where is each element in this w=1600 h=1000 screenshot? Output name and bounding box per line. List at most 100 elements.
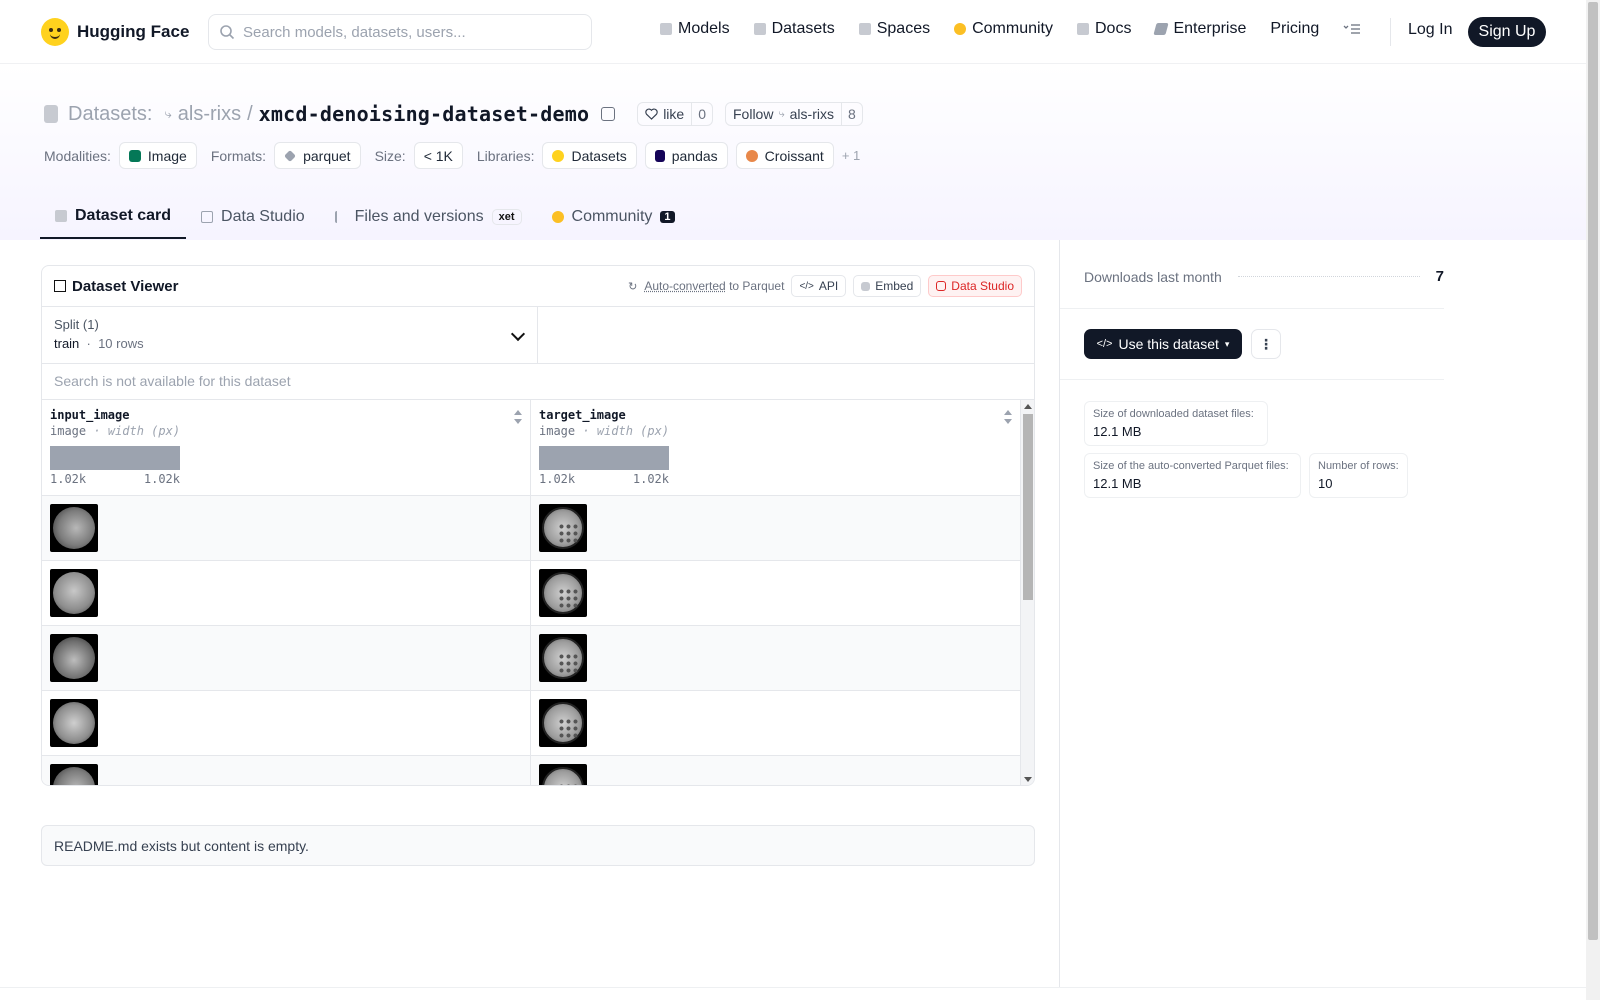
repo-name[interactable]: xmcd-denoising-dataset-demo xyxy=(259,102,590,126)
scrollbar-thumb[interactable] xyxy=(1023,414,1033,600)
menu-icon xyxy=(1343,24,1361,34)
sort-icon[interactable] xyxy=(514,410,522,424)
table-row[interactable] xyxy=(42,756,530,785)
login-link[interactable]: Log In xyxy=(1408,21,1452,39)
image-thumbnail[interactable] xyxy=(50,764,98,785)
nav-more-menu[interactable] xyxy=(1343,23,1361,35)
column-stat: width (px) xyxy=(107,424,181,438)
org-icon: ⤷ xyxy=(164,106,172,121)
table-row[interactable] xyxy=(42,561,530,626)
table-row[interactable] xyxy=(531,561,1020,626)
like-label: like xyxy=(663,106,685,122)
nav-community-label: Community xyxy=(972,20,1053,37)
more-options-button[interactable]: ⋮ xyxy=(1251,329,1281,359)
readme-empty-notice: README.md exists but content is empty. xyxy=(41,825,1035,866)
scroll-up-arrow-icon[interactable] xyxy=(1024,404,1032,409)
auto-converted-link[interactable]: Auto-converted xyxy=(644,279,725,293)
nav-docs[interactable]: Docs xyxy=(1077,20,1131,38)
image-thumbnail[interactable] xyxy=(50,634,98,682)
search-input[interactable] xyxy=(243,23,563,41)
image-thumbnail[interactable] xyxy=(539,764,587,785)
top-navbar: Hugging Face Models Datasets Spaces Comm… xyxy=(0,0,1586,64)
heart-icon xyxy=(645,108,658,120)
hist-max: 1.02k xyxy=(143,472,180,486)
signup-button[interactable]: Sign Up xyxy=(1468,17,1546,47)
nav-spaces[interactable]: Spaces xyxy=(858,20,931,38)
use-this-dataset-label: Use this dataset xyxy=(1118,336,1219,352)
download-size-label: Size of downloaded dataset files: xyxy=(1093,408,1254,420)
parquet-size-label: Size of the auto-converted Parquet files… xyxy=(1093,460,1289,472)
nav-models[interactable]: Models xyxy=(660,20,730,38)
table-row[interactable] xyxy=(531,756,1020,785)
table-row[interactable] xyxy=(42,691,530,756)
scroll-down-arrow-icon[interactable] xyxy=(1024,777,1032,782)
sort-icon[interactable] xyxy=(1004,410,1012,424)
files-icon xyxy=(334,211,347,223)
image-thumbnail[interactable] xyxy=(539,634,587,682)
follow-org: als-rixs xyxy=(789,106,834,122)
image-thumbnail[interactable] xyxy=(539,699,587,747)
models-icon xyxy=(660,23,672,35)
nav-community[interactable]: Community xyxy=(954,20,1053,38)
size-tag[interactable]: < 1K xyxy=(413,142,463,169)
like-button[interactable]: like 0 xyxy=(637,102,713,126)
image-thumbnail[interactable] xyxy=(539,569,587,617)
nav-pricing[interactable]: Pricing xyxy=(1270,20,1319,38)
table-scrollbar[interactable] xyxy=(1020,400,1034,785)
repo-owner-link[interactable]: als-rixs xyxy=(178,103,241,126)
rows-stat: Number of rows: 10 xyxy=(1309,453,1408,498)
library-croissant-label: Croissant xyxy=(764,147,824,164)
footer-divider xyxy=(0,987,1586,988)
xet-badge: xet xyxy=(491,209,522,225)
tab-community[interactable]: Community 1 xyxy=(537,195,690,239)
nav-datasets[interactable]: Datasets xyxy=(753,20,835,38)
search-box[interactable] xyxy=(208,14,592,50)
api-label: API xyxy=(818,279,839,293)
image-thumbnail[interactable] xyxy=(50,569,98,617)
image-icon xyxy=(128,149,141,162)
column-name: input_image xyxy=(50,408,130,422)
tab-files-and-versions[interactable]: Files and versions xet xyxy=(320,195,537,239)
embed-button[interactable]: Embed xyxy=(853,275,922,297)
repo-kind-link[interactable]: Datasets: xyxy=(68,103,152,126)
page-scrollbar[interactable] xyxy=(1586,0,1600,1000)
image-thumbnail[interactable] xyxy=(50,699,98,747)
modalities-label: Modalities: xyxy=(44,147,111,164)
split-select[interactable]: Split (1) train · 10 rows xyxy=(42,307,538,363)
follow-button[interactable]: Follow ⤷ als-rixs 8 xyxy=(725,102,863,126)
image-thumbnail[interactable] xyxy=(50,504,98,552)
more-libraries-link[interactable]: + 1 xyxy=(842,148,860,163)
library-tag-pandas[interactable]: pandas xyxy=(644,142,728,169)
histogram-bar xyxy=(539,446,669,470)
modality-value: Image xyxy=(147,147,187,164)
breadcrumb-separator: / xyxy=(247,102,253,125)
sidebar-divider xyxy=(1059,240,1060,988)
tab-dataset-card[interactable]: Dataset card xyxy=(40,195,187,239)
to-parquet-text: to Parquet xyxy=(729,279,785,293)
tab-data-studio[interactable]: Data Studio xyxy=(186,195,320,239)
repo-title-bar: Datasets: ⤷ als-rixs / xmcd-denoising-da… xyxy=(44,102,863,126)
api-button[interactable]: </> API xyxy=(791,275,847,297)
use-this-dataset-button[interactable]: </> Use this dataset ▾ xyxy=(1084,329,1242,359)
table-icon xyxy=(54,280,66,292)
table-row[interactable] xyxy=(531,496,1020,561)
modality-tag[interactable]: Image xyxy=(118,142,197,169)
table-row[interactable] xyxy=(531,626,1020,691)
community-icon xyxy=(954,23,967,35)
table-row[interactable] xyxy=(42,496,530,561)
image-thumbnail[interactable] xyxy=(539,504,587,552)
libraries-label: Libraries: xyxy=(476,147,535,164)
table-row[interactable] xyxy=(531,691,1020,756)
library-tag-datasets[interactable]: Datasets xyxy=(542,142,637,169)
format-tag[interactable]: parquet xyxy=(274,142,361,169)
sidebar-separator xyxy=(1060,308,1444,309)
library-tag-croissant[interactable]: Croissant xyxy=(735,142,834,169)
table-row[interactable] xyxy=(42,626,530,691)
copy-icon[interactable] xyxy=(601,107,616,121)
nav-spaces-label: Spaces xyxy=(876,20,931,37)
page-scrollbar-thumb[interactable] xyxy=(1588,2,1598,940)
data-studio-button[interactable]: Data Studio xyxy=(928,275,1022,297)
docs-icon xyxy=(1077,23,1089,35)
nav-enterprise[interactable]: Enterprise xyxy=(1153,20,1246,38)
brand-logo[interactable]: Hugging Face xyxy=(41,18,189,46)
